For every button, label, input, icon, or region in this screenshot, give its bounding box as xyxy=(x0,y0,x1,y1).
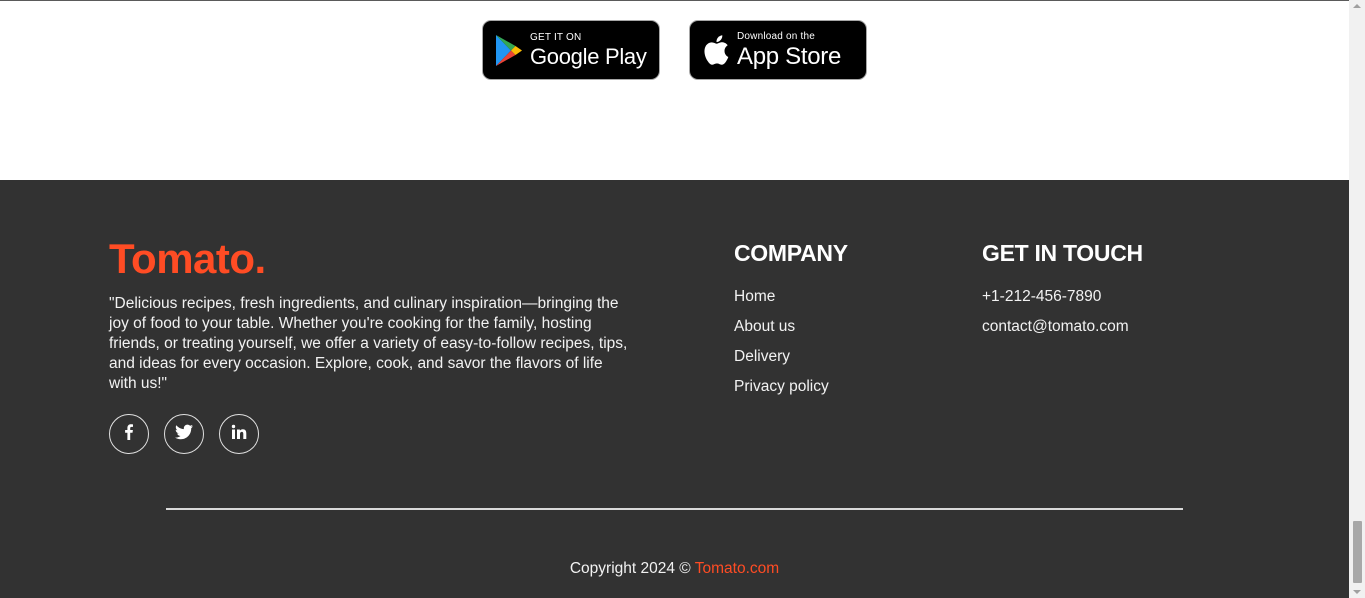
footer-link-delivery[interactable]: Delivery xyxy=(734,348,848,378)
social-links xyxy=(109,414,259,454)
google-play-badge[interactable]: GET IT ON Google Play xyxy=(482,20,660,80)
site-footer: Tomato. "Delicious recipes, fresh ingred… xyxy=(0,180,1349,598)
footer-link-home[interactable]: Home xyxy=(734,288,848,318)
google-play-label: Google Play xyxy=(530,43,647,69)
copyright-prefix: Copyright 2024 © xyxy=(569,560,695,577)
footer-logo[interactable]: Tomato. xyxy=(109,235,266,283)
facebook-icon xyxy=(120,423,138,446)
copyright-brand-link[interactable]: Tomato.com xyxy=(695,560,779,577)
linkedin-icon xyxy=(231,424,247,445)
scrollbar-thumb[interactable] xyxy=(1353,521,1362,583)
copyright-text: Copyright 2024 © Tomato.com xyxy=(0,560,1349,578)
linkedin-link[interactable] xyxy=(219,414,259,454)
scroll-down-arrow-icon[interactable] xyxy=(1353,590,1361,594)
contact-email: contact@tomato.com xyxy=(982,318,1129,335)
facebook-link[interactable] xyxy=(109,414,149,454)
apple-icon xyxy=(699,32,733,68)
contact-phone: +1-212-456-7890 xyxy=(982,288,1102,305)
app-store-small-text: Download on the xyxy=(737,30,816,42)
contact-heading: GET IN TOUCH xyxy=(982,240,1143,266)
google-play-small-text: GET IT ON xyxy=(530,31,582,43)
vertical-scrollbar[interactable] xyxy=(1349,0,1365,598)
footer-divider xyxy=(166,508,1183,510)
app-store-label: App Store xyxy=(737,42,842,70)
company-column: COMPANY Home About us Delivery Privacy p… xyxy=(734,240,848,408)
app-store-badge[interactable]: Download on the App Store xyxy=(689,20,867,80)
footer-about-text: "Delicious recipes, fresh ingredients, a… xyxy=(109,295,628,392)
footer-link-about[interactable]: About us xyxy=(734,318,848,348)
google-play-icon xyxy=(492,32,526,68)
scroll-up-arrow-icon[interactable] xyxy=(1353,4,1361,8)
twitter-icon xyxy=(174,423,194,446)
app-download-section: GET IT ON Google Play Download on the Ap… xyxy=(0,1,1349,180)
footer-link-privacy[interactable]: Privacy policy xyxy=(734,378,848,408)
contact-column: GET IN TOUCH +1-212-456-7890 contact@tom… xyxy=(982,240,1143,348)
company-heading: COMPANY xyxy=(734,240,848,266)
twitter-link[interactable] xyxy=(164,414,204,454)
